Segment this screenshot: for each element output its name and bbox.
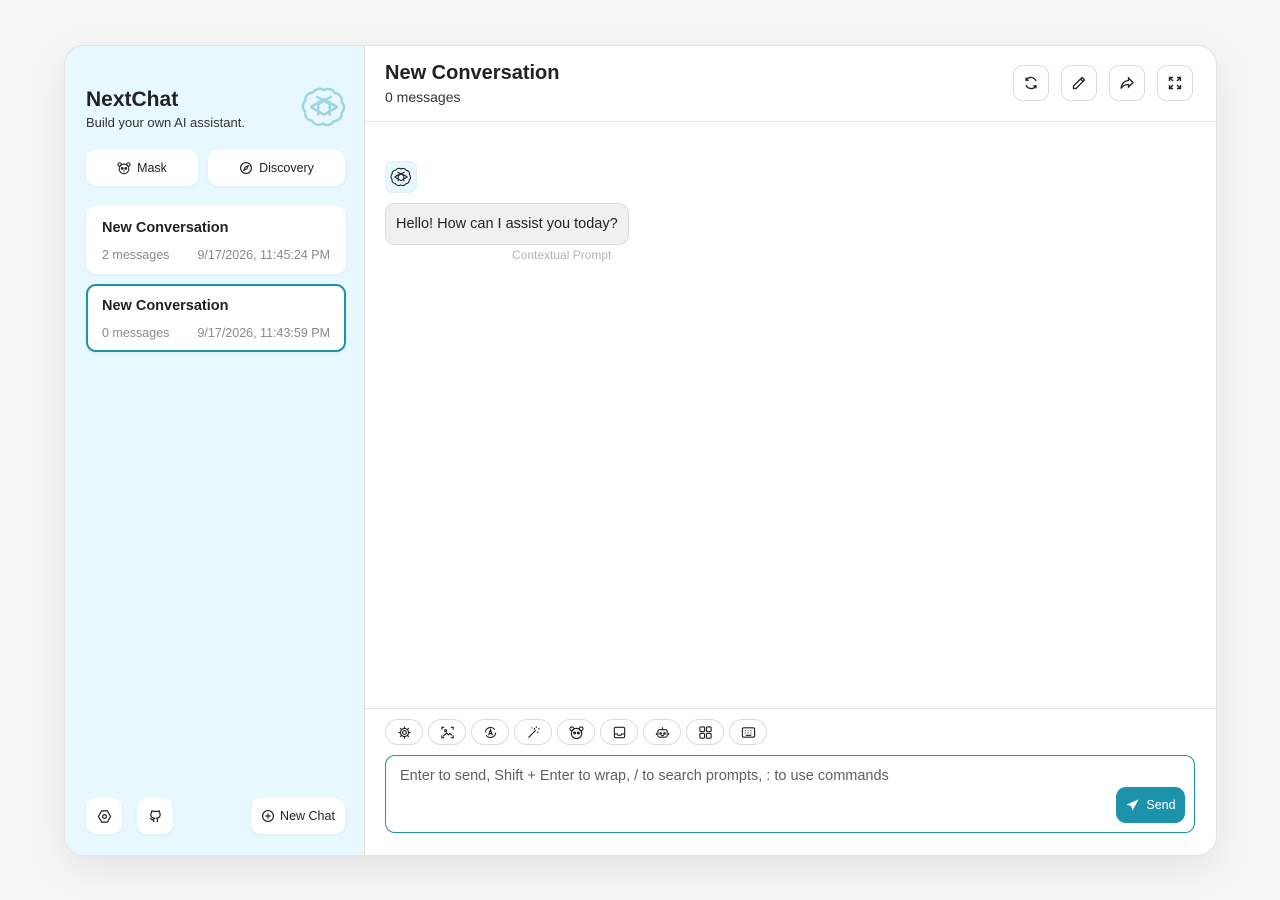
- github-button[interactable]: [137, 798, 173, 834]
- mask-label: Mask: [137, 161, 167, 175]
- model-button[interactable]: [643, 719, 681, 745]
- edit-button[interactable]: [1061, 65, 1097, 101]
- mask-button-small[interactable]: [557, 719, 595, 745]
- plus-circle-icon: [262, 810, 275, 822]
- discovery-label: Discovery: [259, 161, 314, 175]
- plugin-button[interactable]: [686, 719, 724, 745]
- upload-image-button[interactable]: [428, 719, 466, 745]
- mask-button[interactable]: Mask: [86, 150, 198, 186]
- magic-wand-icon: [527, 725, 540, 738]
- plugin-icon: [698, 725, 712, 739]
- discovery-button[interactable]: Discovery: [208, 150, 345, 186]
- mask-icon: [568, 725, 584, 739]
- message-input[interactable]: [385, 755, 1195, 833]
- fullscreen-button[interactable]: [1157, 65, 1193, 101]
- sidebar: NextChat Build your own AI assistant. Ma…: [65, 46, 365, 855]
- settings-button[interactable]: [86, 798, 122, 834]
- openai-logo-icon: [390, 167, 412, 187]
- share-button[interactable]: [1109, 65, 1145, 101]
- chat-list-item[interactable]: New Conversation 2 messages 9/17/2026, 1…: [86, 206, 346, 274]
- send-button[interactable]: Send: [1116, 787, 1185, 823]
- chat-list-item-selected[interactable]: New Conversation 0 messages 9/17/2026, 1…: [86, 284, 346, 352]
- refresh-button[interactable]: [1013, 65, 1049, 101]
- mask-icon: [117, 162, 131, 175]
- github-icon: [149, 809, 161, 822]
- settings-icon: [97, 809, 111, 823]
- shortcut-button[interactable]: [729, 719, 767, 745]
- chat-title: New Conversation: [102, 298, 229, 314]
- fullscreen-icon: [1168, 76, 1182, 90]
- theme-button[interactable]: [471, 719, 509, 745]
- contextual-prompt-label: Contextual Prompt: [512, 248, 612, 262]
- settings-icon: [397, 725, 411, 739]
- auto-theme-icon: [484, 726, 496, 738]
- app-window: NextChat Build your own AI assistant. Ma…: [64, 45, 1217, 856]
- robot-icon: [655, 726, 669, 738]
- edit-icon: [1072, 76, 1086, 90]
- chat-message-count: 2 messages: [102, 248, 170, 262]
- chat-header: New Conversation 0 messages: [365, 46, 1216, 122]
- brand-subtitle: Build your own AI assistant.: [86, 115, 245, 130]
- chat-main: New Conversation 0 messages Hello! How c…: [365, 46, 1216, 855]
- send-label: Send: [1146, 798, 1176, 812]
- clear-context-button[interactable]: [600, 719, 638, 745]
- new-chat-label: New Chat: [280, 809, 335, 823]
- clear-context-icon: [613, 726, 625, 738]
- chat-title[interactable]: New Conversation: [385, 62, 559, 85]
- chat-message-count: 0 messages: [102, 326, 170, 340]
- image-icon: [440, 726, 454, 738]
- refresh-icon: [1025, 76, 1037, 90]
- prompt-button[interactable]: [514, 719, 552, 745]
- new-chat-button[interactable]: New Chat: [251, 798, 345, 834]
- send-icon: [1126, 798, 1139, 811]
- chat-date: 9/17/2026, 11:45:24 PM: [197, 248, 330, 262]
- assistant-message: Hello! How can I assist you today?: [385, 203, 629, 245]
- assistant-avatar: [385, 161, 417, 193]
- compass-icon: [240, 162, 253, 174]
- openai-logo-icon: [301, 84, 347, 130]
- chat-settings-button[interactable]: [385, 719, 423, 745]
- input-panel: Send: [365, 708, 1216, 855]
- chat-message-count: 0 messages: [385, 89, 461, 105]
- chat-title: New Conversation: [102, 220, 229, 236]
- keyboard-icon: [741, 726, 755, 738]
- share-icon: [1120, 76, 1134, 89]
- chat-date: 9/17/2026, 11:43:59 PM: [197, 326, 330, 340]
- brand-title: NextChat: [86, 88, 179, 111]
